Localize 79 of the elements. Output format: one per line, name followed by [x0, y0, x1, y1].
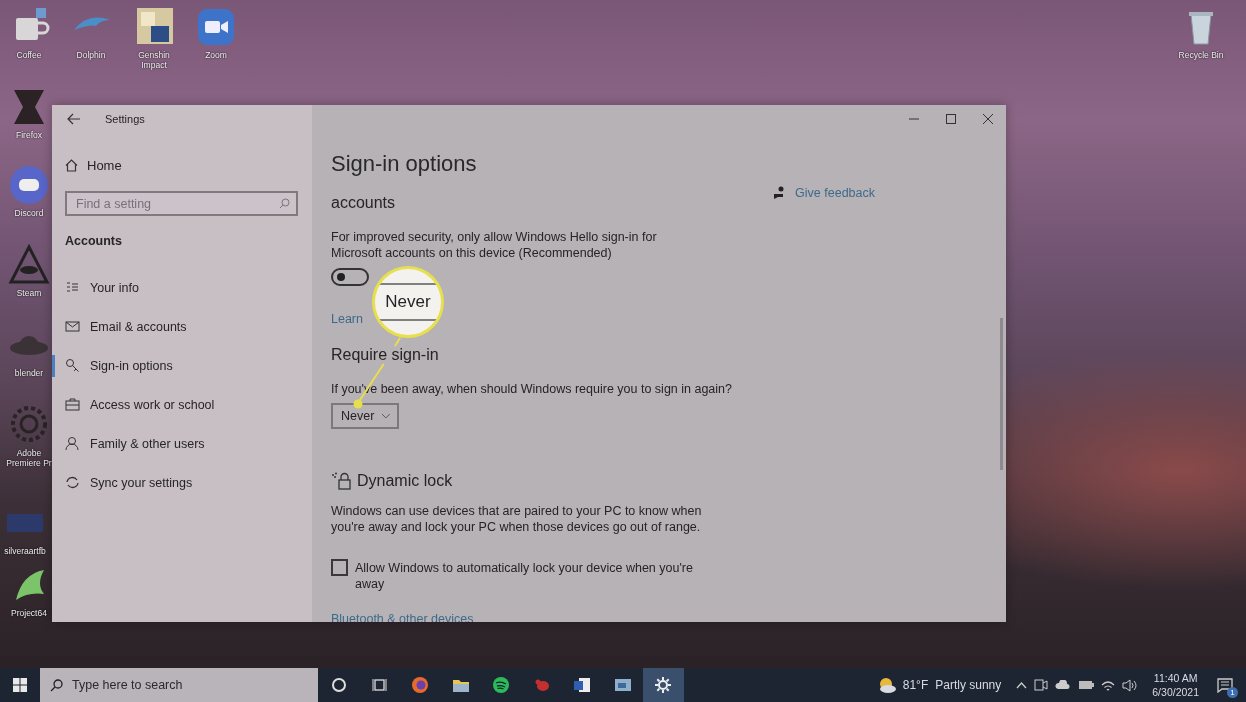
- lock-icon: [331, 472, 352, 490]
- picture-icon: [613, 676, 632, 694]
- desktop-icon-label[interactable]: Genshin Impact: [129, 50, 179, 70]
- checkbox[interactable]: [331, 559, 348, 576]
- search-input[interactable]: Find a setting: [76, 196, 279, 211]
- home-link[interactable]: Home: [65, 156, 122, 175]
- weather-text[interactable]: Partly sunny: [935, 678, 1002, 692]
- desktop-icon-label[interactable]: Project64: [11, 608, 47, 618]
- section-heading: accounts: [331, 194, 396, 212]
- task-view-icon: [370, 676, 389, 694]
- nav-item[interactable]: Your info: [52, 276, 139, 299]
- clock[interactable]: 11:40 AM 6/30/2021: [1148, 671, 1203, 699]
- checkbox-label[interactable]: Allow Windows to automatically lock your device when you're away: [355, 560, 695, 592]
- close-icon: [982, 114, 993, 124]
- document-icon: [573, 676, 592, 694]
- temperature-text[interactable]: 81°F: [902, 678, 929, 692]
- meet-icon[interactable]: [1034, 678, 1049, 692]
- windows-logo-icon: [13, 678, 27, 692]
- video-camera-icon[interactable]: [195, 6, 237, 48]
- desktop-icon-label[interactable]: blender: [14, 368, 44, 378]
- desktop-icon-label[interactable]: Discord: [14, 208, 44, 218]
- game-controller-icon[interactable]: [8, 164, 50, 206]
- desktop-icon-label[interactable]: silveraartfb: [4, 546, 46, 556]
- desktop-icon-label[interactable]: Adobe Premiere Pr: [4, 448, 54, 468]
- notification-button[interactable]: 1: [1210, 668, 1240, 702]
- date-text: 6/30/2021: [1152, 685, 1199, 699]
- chevron-down-icon: [381, 413, 391, 419]
- browser-icon: [411, 676, 430, 694]
- nav-item[interactable]: Family & other users: [52, 432, 205, 455]
- wifi-icon[interactable]: [1101, 678, 1116, 692]
- gear-taskbar-button[interactable]: [643, 668, 684, 702]
- chevron-up-icon[interactable]: [1016, 681, 1028, 689]
- desktop-icon-label[interactable]: Coffee: [16, 50, 42, 60]
- desktop-icon-label[interactable]: Dolphin: [76, 50, 106, 60]
- description-text: Windows can use devices that are paired to your PC to know when you're away and lock your PC when those devices go out of range.: [331, 503, 703, 535]
- desktop-icon-label[interactable]: Recycle Bin: [1178, 50, 1224, 60]
- toggle-switch[interactable]: [331, 268, 369, 286]
- weather-icon[interactable]: [877, 677, 896, 693]
- window-title: Settings: [105, 113, 145, 125]
- desktop-icon-label[interactable]: Zoom: [205, 50, 227, 60]
- scrollbar[interactable]: [1000, 318, 1003, 470]
- nav-item[interactable]: Email & accounts: [52, 315, 187, 338]
- time-text: 11:40 AM: [1153, 671, 1198, 685]
- sync-icon: [65, 475, 80, 490]
- message-icon: [1217, 677, 1233, 693]
- key-icon: [65, 358, 80, 373]
- back-arrow-icon[interactable]: [67, 113, 81, 125]
- cloud-icon[interactable]: [1055, 680, 1072, 690]
- notification-count: 1: [1227, 687, 1238, 698]
- zoomed-value-text: Never: [385, 292, 431, 312]
- feedback-icon: [773, 186, 786, 200]
- never-dropdown[interactable]: Never: [331, 403, 399, 429]
- home-icon: [65, 159, 78, 172]
- section-heading: Dynamic lock: [357, 472, 453, 490]
- maximize-icon: [945, 114, 956, 124]
- speaker-icon[interactable]: [1122, 678, 1138, 692]
- eye-triangle-icon[interactable]: [8, 244, 50, 286]
- page-title: Sign-in options: [331, 151, 477, 177]
- desktop-icon-label[interactable]: Steam: [16, 288, 42, 298]
- circle-icon: [330, 676, 349, 694]
- description-text: For improved security, only allow Windows Hello sign-in for Microsoft accounts on this device (Recommended): [331, 229, 658, 261]
- section-heading: Require sign-in: [331, 346, 439, 364]
- section-heading: Accounts: [65, 234, 122, 248]
- desktop-icon-label[interactable]: Firefox: [16, 130, 42, 140]
- nav-item[interactable]: Sync your settings: [52, 471, 193, 494]
- search-input[interactable]: Type here to search: [72, 678, 272, 692]
- gear-icon: [654, 676, 673, 694]
- battery-icon[interactable]: [1078, 680, 1095, 690]
- nav-item[interactable]: Sign-in options: [52, 354, 173, 377]
- music-icon: [492, 676, 511, 694]
- briefcase-icon: [65, 397, 80, 412]
- search-field[interactable]: Find a setting: [65, 191, 298, 216]
- nav-item[interactable]: Access work or school: [52, 393, 215, 416]
- search-icon: [50, 678, 63, 692]
- search-icon: [279, 198, 290, 209]
- envelope-icon: [65, 319, 80, 334]
- person-card-icon: [65, 280, 80, 295]
- taskbar-search-field[interactable]: Type here to search: [40, 668, 318, 702]
- person-icon: [65, 436, 80, 451]
